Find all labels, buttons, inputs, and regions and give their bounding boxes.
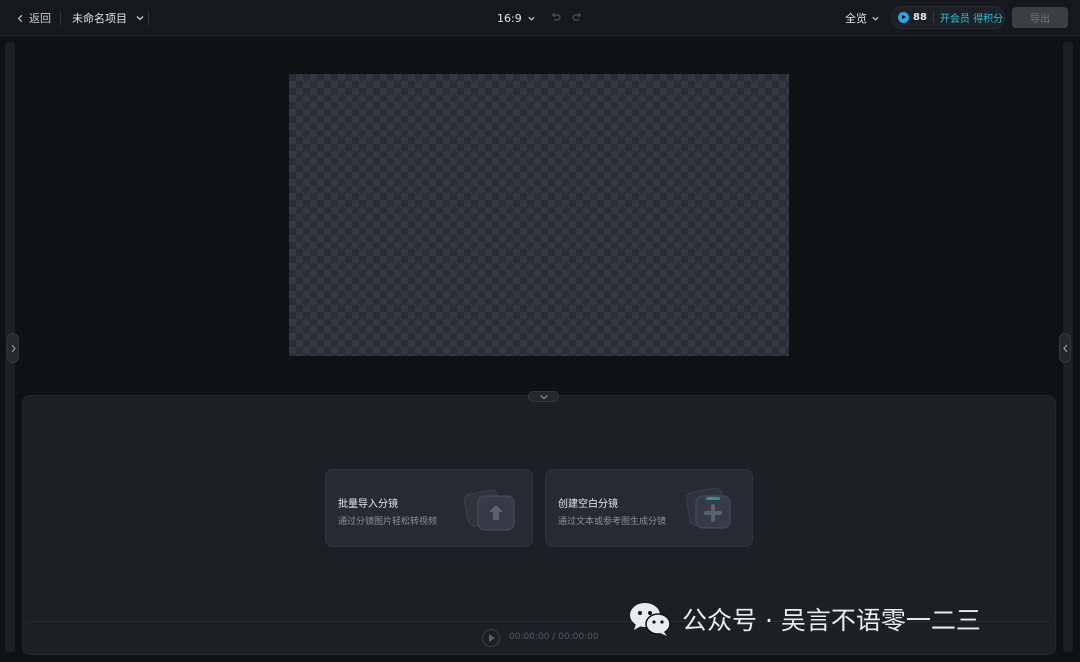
timecode: 00:00:00 / 00:00:00 — [509, 632, 599, 642]
divider — [148, 11, 149, 25]
card-subtitle: 通过分镜图片轻松转视频 — [338, 517, 438, 527]
collapse-panel-button[interactable] — [528, 391, 559, 402]
divider — [60, 11, 61, 25]
card-title: 创建空白分镜 — [558, 499, 618, 510]
chevron-right-icon — [11, 344, 16, 352]
credits-widget: 88 开会员 得积分 — [891, 6, 1005, 29]
batch-import-storyboard-card[interactable]: 批量导入分镜 通过分镜图片轻松转视频 — [325, 469, 533, 547]
chevron-left-icon — [17, 14, 23, 22]
card-title: 批量导入分镜 — [338, 499, 398, 510]
project-name-dropdown[interactable]: 未命名项目 — [72, 9, 145, 27]
chevron-left-icon — [1062, 344, 1067, 352]
upload-images-icon — [463, 489, 515, 531]
watermark-text: 公众号 · 吴言不语零一二三 — [682, 606, 981, 635]
video-preview-canvas[interactable] — [289, 74, 789, 356]
credit-count: 88 — [913, 12, 927, 23]
chevron-down-icon — [539, 394, 548, 399]
back-label: 返回 — [29, 12, 51, 25]
chevron-down-icon — [136, 16, 144, 21]
watermark: 公众号 · 吴言不语零一二三 — [628, 600, 981, 638]
undo-icon[interactable] — [550, 11, 562, 23]
export-button[interactable]: 导出 — [1012, 7, 1068, 28]
preview-mode-label: 全览 — [845, 12, 867, 25]
back-button[interactable]: 返回 — [16, 9, 51, 27]
create-blank-storyboard-card[interactable]: 创建空白分镜 通过文本或参考图生成分镜 — [545, 469, 753, 547]
divider — [932, 12, 934, 23]
expand-left-panel-button[interactable] — [7, 333, 19, 363]
add-blank-frame-icon — [685, 487, 731, 529]
top-toolbar: 返回 未命名项目 16:9 全览 88 开会员 得积分 导出 — [0, 0, 1080, 36]
aspect-ratio-dropdown[interactable]: 16:9 — [497, 9, 536, 27]
chevron-down-icon — [872, 16, 879, 21]
preview-mode-dropdown[interactable]: 全览 — [845, 9, 880, 27]
play-button[interactable] — [482, 629, 500, 647]
aspect-ratio-value: 16:9 — [497, 11, 522, 25]
credit-coin-icon — [898, 12, 909, 23]
expand-right-panel-button[interactable] — [1059, 333, 1071, 363]
card-subtitle: 通过文本或参考图生成分镜 — [558, 517, 667, 527]
chevron-down-icon — [528, 16, 535, 21]
wechat-logo-icon — [630, 603, 671, 636]
vip-link[interactable]: 开会员 得积分 — [940, 10, 1003, 25]
project-name: 未命名项目 — [72, 12, 127, 25]
redo-icon[interactable] — [571, 11, 583, 23]
